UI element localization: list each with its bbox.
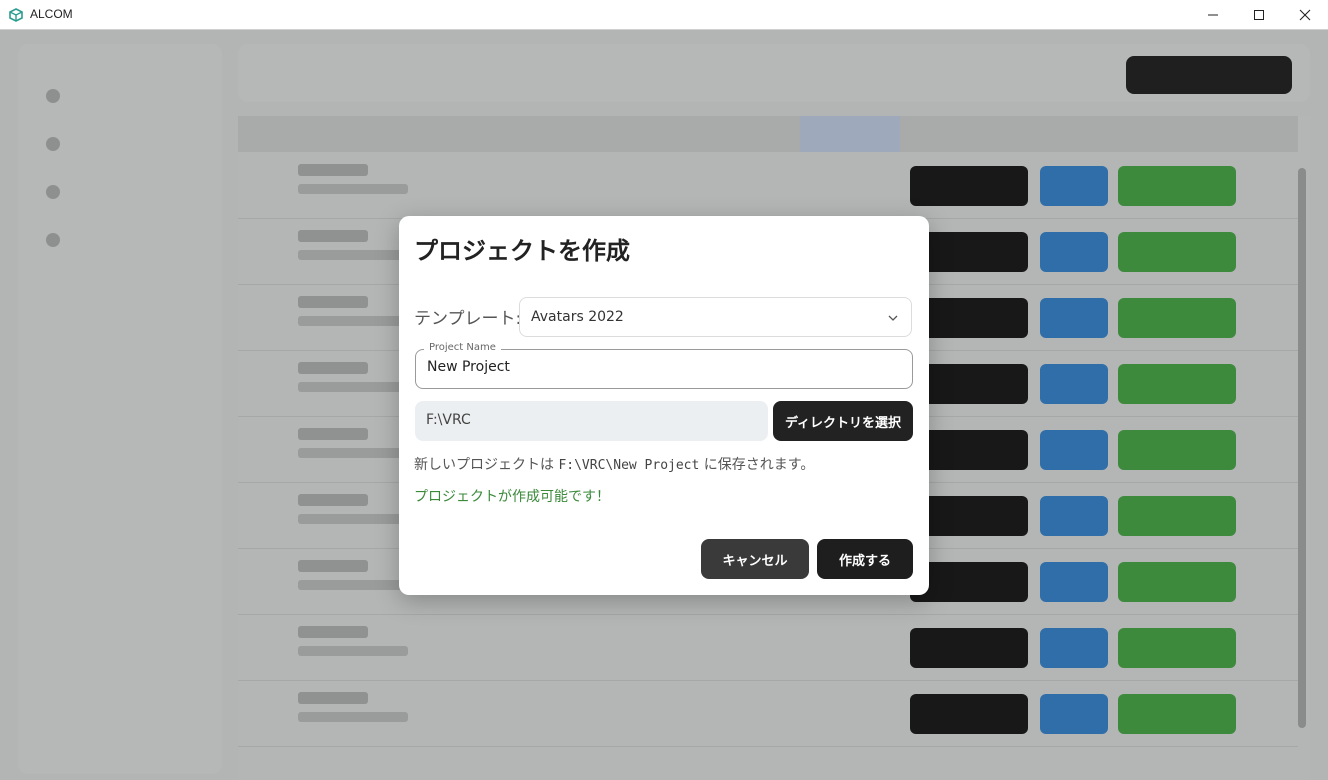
package-icon (46, 185, 60, 199)
table-row (238, 614, 1298, 681)
project-name-input[interactable] (427, 359, 897, 375)
project-name-label: Project Name (424, 342, 501, 353)
template-select[interactable]: Avatars 2022 (519, 297, 912, 337)
maximize-icon (1254, 10, 1264, 20)
maximize-button[interactable] (1236, 0, 1282, 30)
table-header (238, 116, 1298, 152)
project-name-field[interactable]: Project Name (415, 342, 913, 389)
new-project-button (1126, 56, 1292, 94)
log-icon (46, 233, 60, 247)
sidebar-item-projects (46, 84, 60, 108)
sidebar (18, 44, 222, 774)
create-button[interactable]: 作成する (817, 539, 913, 579)
minimize-icon (1208, 14, 1218, 16)
status-message: プロジェクトが作成可能です！ (414, 489, 610, 505)
save-location-info: 新しいプロジェクトは F:\VRC\New Project に保存されます。 (414, 454, 814, 474)
close-icon (1299, 9, 1311, 21)
chevron-down-icon (888, 315, 898, 321)
sidebar-item-settings (46, 132, 60, 156)
dialog-title: プロジェクトを作成 (414, 237, 630, 265)
table-row (238, 152, 1298, 219)
table-row (238, 680, 1298, 747)
directory-path-value: F:\VRC (426, 412, 471, 428)
projects-header (238, 44, 1310, 102)
choose-directory-button[interactable]: ディレクトリを選択 (773, 401, 913, 441)
minimize-button[interactable] (1190, 0, 1236, 30)
window-title: ALCOM (30, 7, 73, 21)
sidebar-item-packages (46, 180, 60, 204)
directory-path-field: F:\VRC (415, 401, 768, 441)
projects-icon (46, 89, 60, 103)
cancel-button[interactable]: キャンセル (701, 539, 809, 579)
create-project-dialog: プロジェクトを作成 テンプレート: Avatars 2022 Project N… (399, 216, 929, 595)
template-select-value: Avatars 2022 (531, 309, 624, 325)
save-path: F:\VRC\New Project (558, 458, 700, 473)
template-label: テンプレート: (414, 309, 522, 329)
save-info-suffix: に保存されます。 (703, 457, 815, 473)
close-window-button[interactable] (1282, 0, 1328, 30)
sidebar-item-logs (46, 228, 60, 252)
gear-icon (46, 137, 60, 151)
window-titlebar: ALCOM (0, 0, 1328, 30)
table-scrollbar (1298, 168, 1306, 728)
alcom-cube-icon (9, 8, 23, 22)
save-info-prefix: 新しいプロジェクトは (414, 457, 554, 473)
